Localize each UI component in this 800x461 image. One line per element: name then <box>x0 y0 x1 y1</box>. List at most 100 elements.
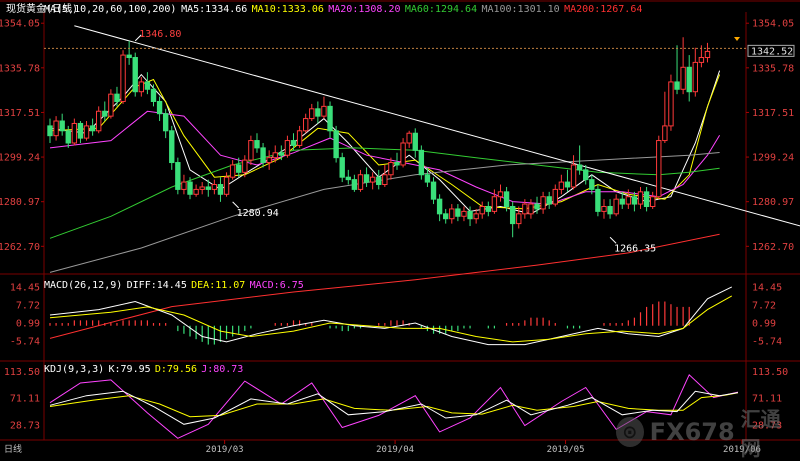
macd-tick-label-right: 14.45 <box>752 282 782 293</box>
candle-up <box>497 191 504 198</box>
candle-down <box>583 169 589 181</box>
candle-down <box>175 162 181 190</box>
candle-up <box>637 191 644 205</box>
candle-down <box>217 184 224 195</box>
kdj-tick-label-left: 28.73 <box>10 421 40 432</box>
candle-up <box>272 152 278 159</box>
ma-legend-item: MA10:1333.06 <box>252 4 324 15</box>
candle-up <box>83 125 90 139</box>
kdj-tick-label-left: 113.50 <box>4 367 40 378</box>
candle-up <box>400 142 406 166</box>
candle-down <box>47 125 53 137</box>
candle-up <box>522 203 528 215</box>
candle-down <box>156 100 163 115</box>
last-price-label: 1342.52 <box>751 46 793 57</box>
candle-down <box>102 110 108 117</box>
kdj-legend-item: KDJ(9,3,3) <box>44 364 104 375</box>
candle-down <box>589 179 595 190</box>
candle-down <box>339 157 345 178</box>
candle-up <box>704 50 711 59</box>
ma-legend-item: MA200:1267.64 <box>564 4 642 15</box>
candle-down <box>509 206 516 225</box>
candle-up <box>516 213 522 225</box>
annotation-label: 1266.35 <box>614 243 656 254</box>
ma-legend-item: MA60:1294.64 <box>405 4 477 15</box>
candle-up <box>369 176 376 183</box>
candle-down <box>205 186 211 190</box>
candle-down <box>455 208 461 217</box>
x-tick-label: 2019/04 <box>376 445 414 455</box>
candle-up <box>181 181 187 190</box>
macd-tick-label-right: -5.74 <box>752 337 782 348</box>
macd-tick-label-right: 0.99 <box>752 319 776 330</box>
candle-up <box>491 196 498 212</box>
macd-tick-label-right: 7.72 <box>752 300 776 311</box>
candle-up <box>692 61 698 93</box>
macd-legend-item: MACD(26,12,9) <box>44 280 122 291</box>
kdj-tick-label-left: 71.11 <box>10 394 40 405</box>
candle-up <box>96 110 102 132</box>
candle-up <box>649 196 656 208</box>
macd-tick-label-left: 14.45 <box>10 282 40 293</box>
price-tick-label-left: 1317.51 <box>0 108 40 119</box>
candle-down <box>430 181 437 200</box>
kdj-legend-item: K:79.95 <box>109 364 151 375</box>
candle-down <box>595 188 601 212</box>
macd-tick-label-left: 0.99 <box>16 319 40 330</box>
candle-up <box>284 140 291 156</box>
macd-legend-item: MACD:6.75 <box>250 280 304 291</box>
candle-down <box>59 120 65 132</box>
price-tick-label-right: 1280.97 <box>752 197 794 208</box>
ma-legend-item: MA20:1308.20 <box>328 4 400 15</box>
candle-down <box>443 213 449 220</box>
candle-down <box>290 140 297 146</box>
candle-down <box>260 147 266 164</box>
candle-up <box>138 81 145 93</box>
candle-up <box>473 213 479 220</box>
candle-up <box>552 188 558 205</box>
candle-up <box>120 54 126 102</box>
candle-up <box>601 206 607 212</box>
annotation-label: 1280.94 <box>237 208 279 219</box>
candle-down <box>631 196 638 205</box>
price-tick-label-right: 1262.70 <box>752 242 794 253</box>
candle-down <box>607 206 613 215</box>
candle-down <box>254 140 260 149</box>
candle-up <box>382 174 388 186</box>
candle-up <box>108 93 114 117</box>
candle-up <box>53 120 59 137</box>
candle-down <box>187 181 193 195</box>
candle-up <box>296 130 303 146</box>
watermark-logo-icon: ⊙ <box>616 417 644 447</box>
candle-down <box>162 113 169 132</box>
candle-up <box>211 184 218 190</box>
candle-down <box>467 210 473 220</box>
candle-down <box>436 198 443 215</box>
candle-down <box>564 181 571 188</box>
candle-down <box>114 93 120 102</box>
x-tick-label: 2019/05 <box>547 445 585 455</box>
candle-down <box>327 105 333 132</box>
candle-down <box>77 122 84 139</box>
candle-up <box>248 140 254 161</box>
macd-tick-label-left: -5.74 <box>10 337 40 348</box>
price-tick-label-right: 1317.51 <box>752 108 794 119</box>
watermark: ⊙ FX678 汇通网 <box>616 407 796 460</box>
candle-down <box>315 108 321 117</box>
kdj-legend-item: J:80.73 <box>201 364 243 375</box>
candle-down <box>169 130 175 164</box>
candle-up <box>558 181 565 190</box>
candle-up <box>479 206 485 215</box>
candle-down <box>89 125 96 132</box>
candle-up <box>266 157 272 164</box>
candle-down <box>126 54 132 59</box>
candle-down <box>132 57 138 93</box>
candle-up <box>570 164 577 188</box>
instrument-title: 现货黄金(日线) <box>6 2 78 15</box>
candle-up <box>540 196 546 210</box>
candle-up <box>193 188 199 195</box>
candle-up <box>357 174 364 190</box>
candle-down <box>424 174 431 183</box>
candle-down <box>674 81 680 90</box>
candle-down <box>363 174 370 183</box>
